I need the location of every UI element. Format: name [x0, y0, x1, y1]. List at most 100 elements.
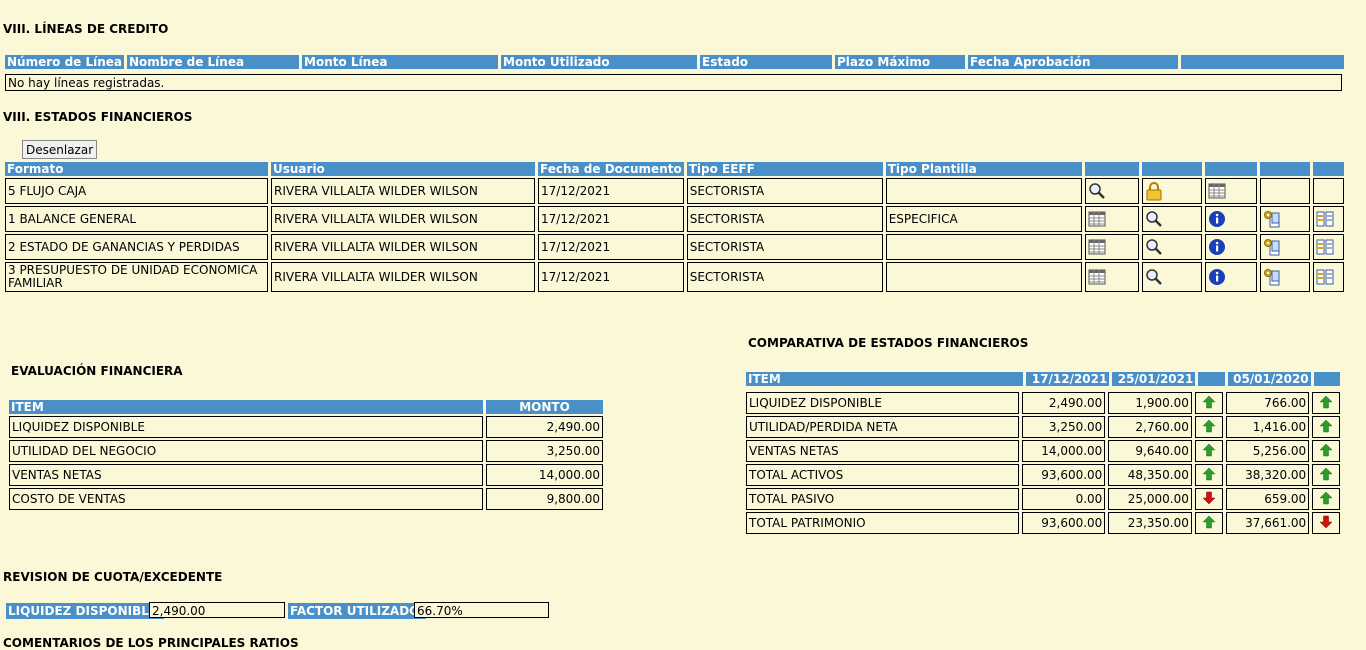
value-cell: 1,900.00 — [1108, 392, 1192, 414]
action-cell[interactable] — [1084, 234, 1139, 260]
lock-icon[interactable] — [1145, 181, 1163, 201]
header-nombre-linea: Nombre de Línea — [127, 55, 300, 69]
comparativa-row-0: LIQUIDEZ DISPONIBLE 2,490.00 1,900.00 766.0… — [746, 392, 1340, 414]
action-cell-empty — [1259, 178, 1310, 204]
action-cell[interactable] — [1084, 262, 1139, 292]
factor-field[interactable]: 66.70% — [414, 602, 549, 618]
estados-row-0: 5 FLUJO CAJA RIVERA VILLALTA WILDER WILS… — [5, 178, 1344, 204]
lineas-empty-message: No hay líneas registradas. — [5, 74, 1342, 91]
action-cell[interactable] — [1141, 262, 1202, 292]
tipo-cell: SECTORISTA — [686, 262, 883, 292]
value-cell: 93,600.00 — [1021, 464, 1106, 486]
item-cell: TOTAL PATRIMONIO — [746, 512, 1019, 534]
spreadsheet-icon[interactable] — [1088, 210, 1106, 228]
trend-cell — [1194, 416, 1223, 438]
arrow-up-icon — [1319, 443, 1333, 460]
header-numero-linea: Número de Línea — [5, 55, 125, 69]
evaluacion-row-3: COSTO DE VENTAS 9,800.00 — [9, 488, 603, 510]
value-cell: 2,490.00 — [1021, 392, 1106, 414]
tipo-cell: SECTORISTA — [686, 234, 883, 260]
action-cell[interactable] — [1204, 206, 1257, 232]
formato-cell[interactable]: 1 BALANCE GENERAL — [5, 206, 268, 232]
grid-list-icon[interactable] — [1316, 238, 1334, 256]
trend-cell — [1312, 392, 1340, 414]
estados-header-row: Formato Usuario Fecha de Documento Tipo … — [5, 162, 1344, 176]
copy-gear-icon[interactable] — [1263, 238, 1281, 256]
factor-label: FACTOR UTILIZADO: — [288, 603, 427, 619]
info-icon[interactable] — [1208, 210, 1226, 228]
info-icon[interactable] — [1208, 268, 1226, 286]
action-cell[interactable] — [1312, 262, 1344, 292]
formato-cell[interactable]: 2 ESTADO DE GANANCIAS Y PERDIDAS — [5, 234, 268, 260]
header-action-5 — [1312, 162, 1344, 176]
grid-list-icon[interactable] — [1316, 268, 1334, 286]
arrow-up-icon — [1319, 491, 1333, 508]
action-cell[interactable] — [1204, 234, 1257, 260]
usuario-cell: RIVERA VILLALTA WILDER WILSON — [271, 234, 535, 260]
magnifier-icon[interactable] — [1088, 182, 1106, 200]
action-cell[interactable] — [1259, 234, 1310, 260]
magnifier-icon[interactable] — [1145, 268, 1163, 286]
evaluacion-header-row: ITEM MONTO — [9, 400, 603, 414]
formato-cell[interactable]: 3 PRESUPUESTO DE UNIDAD ECONOMICA FAMILI… — [5, 262, 268, 292]
action-cell[interactable] — [1204, 262, 1257, 292]
spreadsheet-icon[interactable] — [1208, 182, 1226, 200]
evaluacion-title: EVALUACIÓN FINANCIERA — [11, 364, 183, 378]
action-cell[interactable] — [1084, 178, 1139, 204]
value-cell: 5,256.00 — [1225, 440, 1310, 462]
header-trend-1 — [1198, 372, 1225, 386]
tipo-cell: SECTORISTA — [686, 206, 883, 232]
item-cell: VENTAS NETAS — [9, 464, 483, 486]
magnifier-icon[interactable] — [1145, 238, 1163, 256]
trend-cell — [1312, 464, 1340, 486]
spreadsheet-icon[interactable] — [1088, 238, 1106, 256]
plantilla-cell — [885, 262, 1082, 292]
action-cell[interactable] — [1259, 206, 1310, 232]
desenlazar-button[interactable]: Desenlazar — [22, 140, 98, 159]
trend-cell — [1312, 488, 1340, 510]
lineas-table: Número de Línea Nombre de Línea Monto Lí… — [2, 53, 1347, 71]
action-cell[interactable] — [1204, 178, 1257, 204]
arrow-up-icon — [1202, 467, 1216, 484]
arrow-down-icon — [1319, 515, 1333, 532]
action-cell[interactable] — [1141, 178, 1202, 204]
comparativa-body: LIQUIDEZ DISPONIBLE 2,490.00 1,900.00 766.0… — [743, 390, 1343, 536]
action-cell[interactable] — [1141, 206, 1202, 232]
item-cell: UTILIDAD DEL NEGOCIO — [9, 440, 483, 462]
trend-cell — [1194, 488, 1223, 510]
trend-cell — [1194, 512, 1223, 534]
item-cell: UTILIDAD/PERDIDA NETA — [746, 416, 1019, 438]
spreadsheet-icon[interactable] — [1088, 268, 1106, 286]
grid-list-icon[interactable] — [1316, 210, 1334, 228]
header-action-2 — [1141, 162, 1202, 176]
copy-gear-icon[interactable] — [1263, 210, 1281, 228]
arrow-up-icon — [1202, 443, 1216, 460]
lineas-header-row: Número de Línea Nombre de Línea Monto Lí… — [5, 55, 1344, 69]
magnifier-icon[interactable] — [1145, 210, 1163, 228]
arrow-up-icon — [1319, 467, 1333, 484]
fecha-cell: 17/12/2021 — [538, 206, 684, 232]
action-cell[interactable] — [1141, 234, 1202, 260]
evaluacion-table: ITEM MONTO LIQUIDEZ DISPONIBLE 2,490.00 … — [6, 398, 606, 512]
copy-gear-icon[interactable] — [1263, 268, 1281, 286]
liquidez-field[interactable]: 2,490.00 — [149, 602, 285, 618]
plantilla-cell — [885, 234, 1082, 260]
value-cell: 9,640.00 — [1108, 440, 1192, 462]
arrow-up-icon — [1202, 515, 1216, 532]
action-cell[interactable] — [1259, 262, 1310, 292]
plantilla-cell — [885, 178, 1082, 204]
action-cell[interactable] — [1312, 234, 1344, 260]
comparativa-row-5: TOTAL PATRIMONIO 93,600.00 23,350.00 37,661… — [746, 512, 1340, 534]
header-action-4 — [1259, 162, 1310, 176]
item-cell: LIQUIDEZ DISPONIBLE — [9, 416, 483, 438]
comparativa-row-1: UTILIDAD/PERDIDA NETA 3,250.00 2,760.00 1,4… — [746, 416, 1340, 438]
estados-table: Formato Usuario Fecha de Documento Tipo … — [2, 160, 1347, 294]
action-cell[interactable] — [1312, 206, 1344, 232]
formato-cell[interactable]: 5 FLUJO CAJA — [5, 178, 268, 204]
action-cell[interactable] — [1084, 206, 1139, 232]
fecha-cell: 17/12/2021 — [538, 234, 684, 260]
monto-cell: 3,250.00 — [486, 440, 603, 462]
comparativa-title: COMPARATIVA DE ESTADOS FINANCIEROS — [748, 336, 1029, 350]
header-fecha-aprobacion: Fecha Aprobación — [968, 55, 1179, 69]
info-icon[interactable] — [1208, 238, 1226, 256]
